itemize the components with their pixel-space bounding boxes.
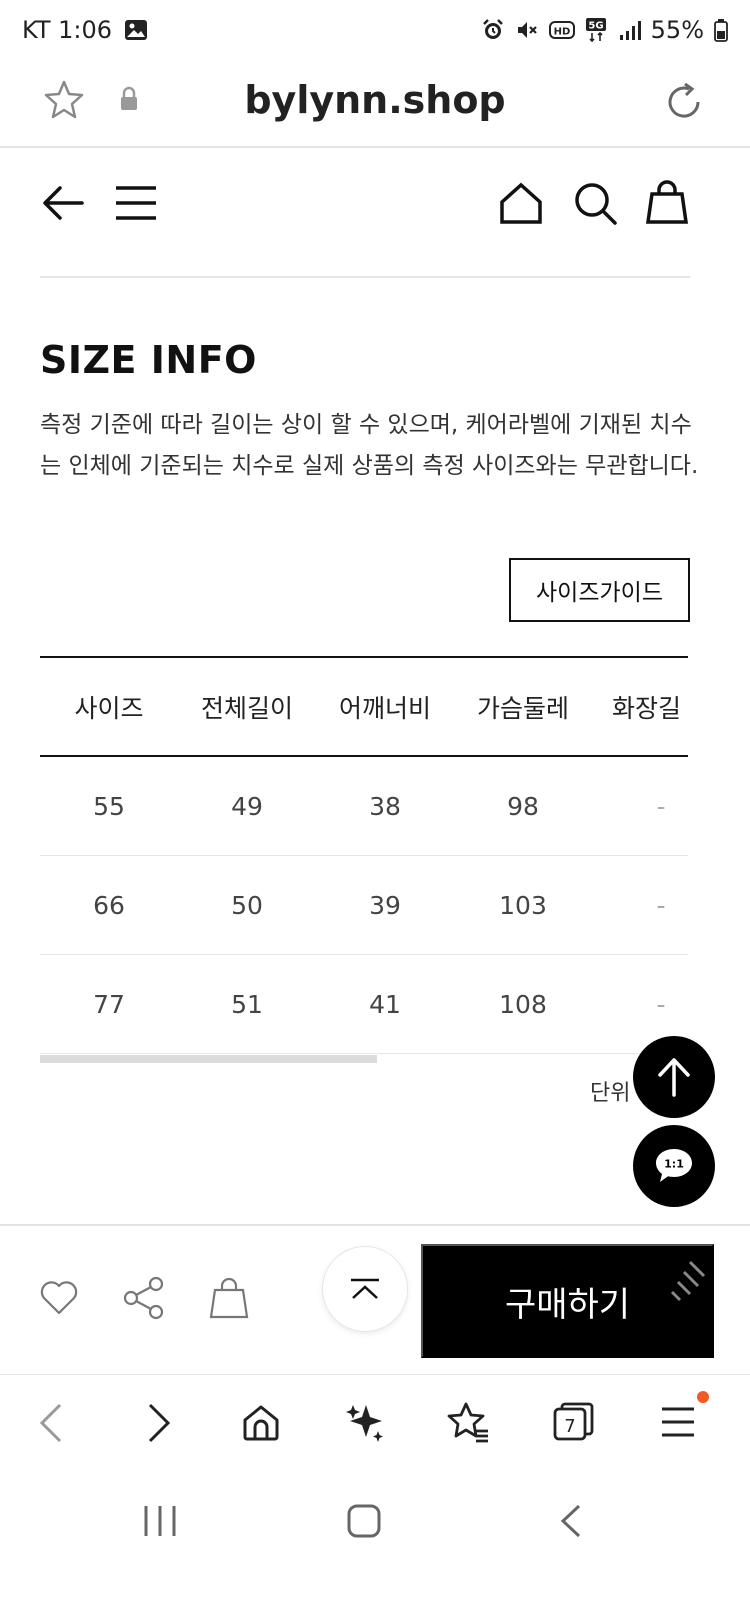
buy-button[interactable]: 구매하기	[421, 1244, 714, 1358]
bookmarks-icon[interactable]	[446, 1401, 490, 1443]
status-right: HD 5G 55%	[481, 16, 728, 44]
menu-icon[interactable]	[114, 180, 158, 226]
header-divider	[40, 276, 690, 278]
table-cell: 103	[499, 890, 547, 920]
browser-url-bar: bylynn.shop	[0, 66, 750, 148]
table-cell: 41	[369, 989, 401, 1019]
site-header	[0, 150, 750, 260]
system-back-icon[interactable]	[556, 1503, 586, 1539]
url-text[interactable]: bylynn.shop	[0, 78, 750, 122]
svg-text:HD: HD	[553, 27, 570, 38]
table-header-cell: 전체길이	[200, 693, 293, 723]
system-nav-bar	[0, 1469, 750, 1609]
notification-dot	[697, 1391, 709, 1403]
buy-label: 구매하기	[504, 1285, 631, 1324]
table-cell: 77	[93, 989, 125, 1019]
back-arrow-icon[interactable]	[40, 180, 86, 226]
size-table[interactable]: 사이즈 전체길이 어깨너비 가슴둘레 화장길 55 49 38 98 - 66 …	[40, 656, 688, 1056]
shopping-bag-icon[interactable]	[644, 180, 690, 226]
search-icon[interactable]	[572, 180, 618, 226]
chat-label: 1:1	[664, 1158, 684, 1171]
table-scrollbar-thumb[interactable]	[40, 1055, 377, 1063]
table-row: 77 51 41 108 -	[40, 955, 688, 1054]
browser-home-icon[interactable]	[240, 1401, 282, 1443]
table-header-row: 사이즈 전체길이 어깨너비 가슴둘레 화장길	[40, 658, 688, 755]
sparkle-icon[interactable]	[344, 1401, 386, 1443]
table-cell: 49	[231, 791, 263, 821]
carrier-time: KT 1:06	[22, 16, 113, 44]
table-row: 55 49 38 98 -	[40, 757, 688, 856]
chat-bubble-icon: 1:1	[656, 1149, 692, 1182]
cart-bag-icon[interactable]	[207, 1276, 251, 1320]
table-row: 66 50 39 103 -	[40, 856, 688, 955]
more-menu-icon[interactable]	[660, 1401, 696, 1443]
table-cell: 55	[93, 791, 125, 821]
table-cell: 66	[93, 890, 125, 920]
battery-icon	[714, 19, 728, 42]
battery-text: 55%	[650, 16, 704, 44]
scroll-to-top-button[interactable]	[633, 1036, 715, 1118]
chevron-up-icon	[351, 1278, 379, 1299]
mute-icon	[517, 22, 537, 38]
home-icon[interactable]	[498, 180, 544, 226]
heart-icon[interactable]	[38, 1276, 80, 1318]
status-bar: KT 1:06 HD 5G 55%	[0, 0, 750, 66]
tabs-count: 7	[564, 1416, 575, 1437]
status-left: KT 1:06	[22, 16, 148, 44]
table-cell: -	[656, 989, 666, 1019]
browser-back-icon[interactable]	[36, 1401, 66, 1445]
system-home-icon[interactable]	[346, 1503, 382, 1539]
recent-apps-icon[interactable]	[142, 1503, 178, 1539]
table-cell: -	[656, 791, 666, 821]
svg-text:5G: 5G	[588, 21, 603, 32]
table-header-cell: 어깨너비	[338, 693, 431, 723]
gallery-icon	[125, 20, 148, 40]
size-description: 측정 기준에 따라 길이는 상이 할 수 있으며, 케어라벨에 기재된 치수는 …	[40, 412, 699, 479]
share-icon[interactable]	[122, 1276, 166, 1320]
table-cell: 50	[231, 890, 263, 920]
section-title: SIZE INFO	[40, 338, 257, 382]
reload-icon[interactable]	[662, 80, 706, 124]
browser-forward-icon[interactable]	[144, 1401, 174, 1445]
table-cell: -	[656, 890, 666, 920]
table-header-cell: 화장길	[612, 693, 682, 723]
table-cell: 108	[499, 989, 547, 1019]
table-header-cell: 가슴둘레	[476, 693, 569, 723]
collapse-button[interactable]	[322, 1246, 408, 1332]
table-cell: 98	[507, 791, 539, 821]
size-guide-button[interactable]: 사이즈가이드	[509, 558, 690, 622]
table-cell: 38	[369, 791, 401, 821]
hd-icon: HD	[548, 21, 575, 39]
5g-icon: 5G	[585, 18, 606, 43]
table-header-cell: 사이즈	[74, 693, 144, 723]
alarm-icon	[482, 19, 503, 39]
unit-label: 단위	[590, 1081, 631, 1106]
arrow-up-icon	[658, 1058, 690, 1097]
purchase-bar: 구매하기	[0, 1224, 750, 1374]
stripes-icon	[670, 1260, 706, 1302]
table-cell: 39	[369, 890, 401, 920]
browser-nav-bar: 7	[0, 1374, 750, 1469]
chat-button[interactable]: 1:1	[633, 1125, 715, 1207]
table-cell: 51	[231, 989, 263, 1019]
signal-icon	[619, 21, 641, 40]
tabs-icon[interactable]: 7	[552, 1401, 596, 1443]
